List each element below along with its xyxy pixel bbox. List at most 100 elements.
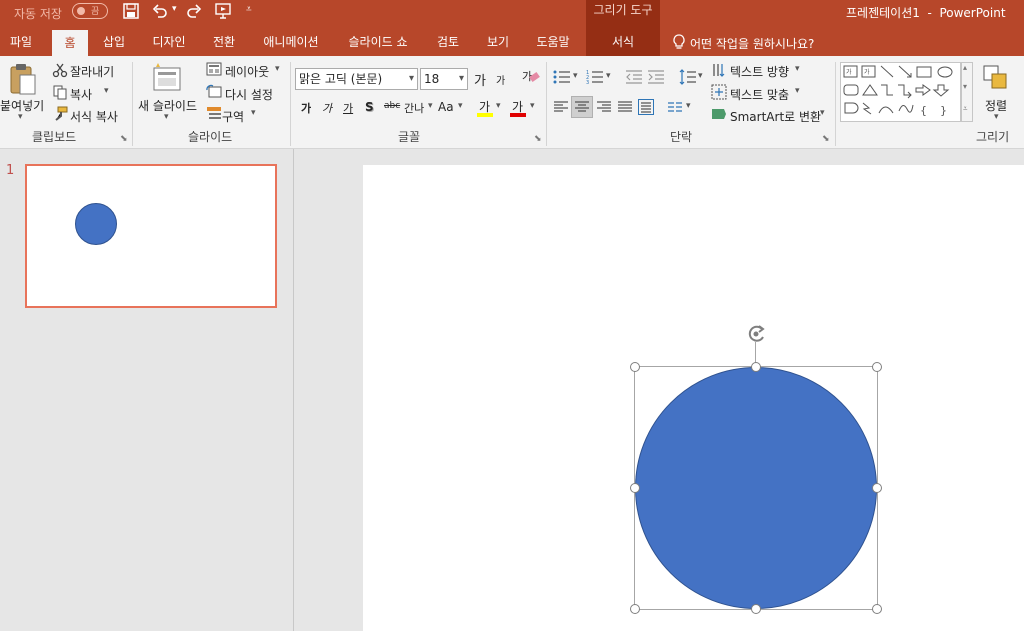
paragraph-launcher-icon[interactable]: ⬊ [822,134,830,144]
group-divider [546,62,547,146]
highlight-color-swatch [477,113,493,117]
arrange-icon[interactable] [982,64,1010,92]
undo-icon[interactable] [152,3,168,19]
slide-thumbnail[interactable] [25,164,277,308]
new-slide-icon[interactable] [150,62,184,92]
gallery-more-icon[interactable]: ⩡ [963,104,968,114]
autosave-toggle[interactable]: 끔 [72,3,108,19]
tab-insert[interactable]: 삽입 [94,28,134,56]
autosave-label: 자동 저장 [14,7,62,21]
text-direction-button[interactable]: 텍스트 방향 [730,63,789,80]
undo-dropdown-icon[interactable]: ▾ [172,4,177,14]
resize-handle-bottom[interactable] [751,604,761,614]
clipboard-launcher-icon[interactable]: ⬊ [120,134,128,144]
copy-button[interactable]: 복사 [70,86,92,103]
scroll-down-icon[interactable]: ▾ [963,82,967,91]
format-painter-icon [55,106,68,121]
reset-button[interactable]: 다시 설정 [225,86,273,103]
layout-button[interactable]: 레이아웃 [225,63,269,80]
font-name-combobox[interactable]: 맑은 고딕 (본문) [295,68,418,90]
strikethrough-button[interactable]: abc [384,101,400,111]
numbering-icon[interactable]: 123 [586,69,604,85]
align-center-icon [575,101,589,112]
highlight-dropdown-icon[interactable]: ▾ [496,101,501,111]
bullets-dropdown-icon[interactable]: ▾ [573,71,578,81]
tab-design[interactable]: 디자인 [144,28,194,56]
smartart-dropdown-icon[interactable]: ▾ [820,108,825,118]
character-spacing-button[interactable]: 간나 [404,100,424,116]
arrange-dropdown-icon[interactable]: ▾ [994,112,999,122]
align-text-dropdown-icon[interactable]: ▾ [795,86,800,96]
change-case-dropdown-icon[interactable]: ▾ [458,101,463,111]
resize-handle-top-left[interactable] [630,362,640,372]
tab-animations[interactable]: 애니메이션 [255,28,327,56]
italic-button[interactable]: 가 [322,100,332,116]
character-spacing-dropdown-icon[interactable]: ▾ [428,101,433,111]
layout-icon [206,62,222,76]
resize-handle-bottom-left[interactable] [630,604,640,614]
align-right-icon[interactable] [596,100,612,114]
shrink-font-button[interactable]: 가 [496,72,505,87]
align-text-button[interactable]: 텍스트 맞춤 [730,86,789,103]
line-spacing-icon[interactable] [679,68,697,86]
paste-icon[interactable] [8,62,38,96]
font-size-combobox[interactable]: 18 [420,68,468,90]
grow-font-button[interactable]: 가 [474,70,486,89]
paste-dropdown-icon[interactable]: ▾ [18,112,23,122]
text-direction-dropdown-icon[interactable]: ▾ [795,64,800,74]
tab-format[interactable]: 서식 [596,28,650,56]
rotate-handle-icon[interactable] [745,323,769,345]
tab-review[interactable]: 검토 [428,28,468,56]
distributed-icon[interactable] [638,99,654,115]
customize-qat-icon[interactable]: ⩡ [246,4,252,15]
group-divider [835,62,836,146]
bold-button[interactable]: 가 [301,100,311,116]
svg-text:가: 가 [864,68,870,76]
new-slide-dropdown-icon[interactable]: ▾ [164,112,169,122]
section-dropdown-icon[interactable]: ▾ [251,108,256,118]
start-from-beginning-icon[interactable] [214,2,232,20]
circle-shape[interactable] [635,367,877,609]
tab-view[interactable]: 보기 [478,28,518,56]
format-painter-button[interactable]: 서식 복사 [70,108,118,125]
increase-indent-icon[interactable] [647,69,665,85]
resize-handle-top-right[interactable] [872,362,882,372]
underline-button[interactable]: 가 [343,100,353,116]
svg-text:가: 가 [846,68,852,76]
tab-file[interactable]: 파일 [0,28,42,56]
layout-dropdown-icon[interactable]: ▾ [275,64,280,74]
tab-transitions[interactable]: 전환 [204,28,244,56]
tell-me-search[interactable]: 어떤 작업을 원하시나요? [690,35,814,52]
convert-to-smartart-button[interactable]: SmartArt로 변환 [730,108,821,125]
line-spacing-dropdown-icon[interactable]: ▾ [698,71,703,81]
shapes-gallery[interactable]: 가 가 { } [840,62,961,122]
redo-icon[interactable] [186,3,202,19]
thumbnail-circle [75,203,117,245]
tab-help[interactable]: 도움말 [528,28,578,56]
numbering-dropdown-icon[interactable]: ▾ [606,71,611,81]
cut-button[interactable]: 잘라내기 [70,63,114,80]
section-button[interactable]: 구역 [222,108,244,125]
toggle-knob [77,7,85,15]
justify-icon[interactable] [617,100,633,114]
change-case-button[interactable]: Aa [438,100,454,114]
tab-home[interactable]: 홈 [52,30,88,56]
font-color-dropdown-icon[interactable]: ▾ [530,101,535,111]
font-launcher-icon[interactable]: ⬊ [534,134,542,144]
shadow-button[interactable]: S [365,100,374,114]
copy-dropdown-icon[interactable]: ▾ [104,86,109,96]
resize-handle-bottom-right[interactable] [872,604,882,614]
resize-handle-right[interactable] [872,483,882,493]
scroll-up-icon[interactable]: ▴ [963,63,967,72]
smartart-icon [712,109,726,119]
bullets-icon[interactable] [553,69,571,85]
columns-icon[interactable] [667,100,683,114]
columns-dropdown-icon[interactable]: ▾ [686,101,691,111]
align-left-icon[interactable] [553,100,569,114]
resize-handle-left[interactable] [630,483,640,493]
shapes-gallery-scrollbar[interactable]: ▴ ▾ ⩡ [961,62,973,122]
tab-slide-show[interactable]: 슬라이드 쇼 [340,28,416,56]
save-icon[interactable] [123,3,139,19]
decrease-indent-icon[interactable] [625,69,643,85]
resize-handle-top[interactable] [751,362,761,372]
